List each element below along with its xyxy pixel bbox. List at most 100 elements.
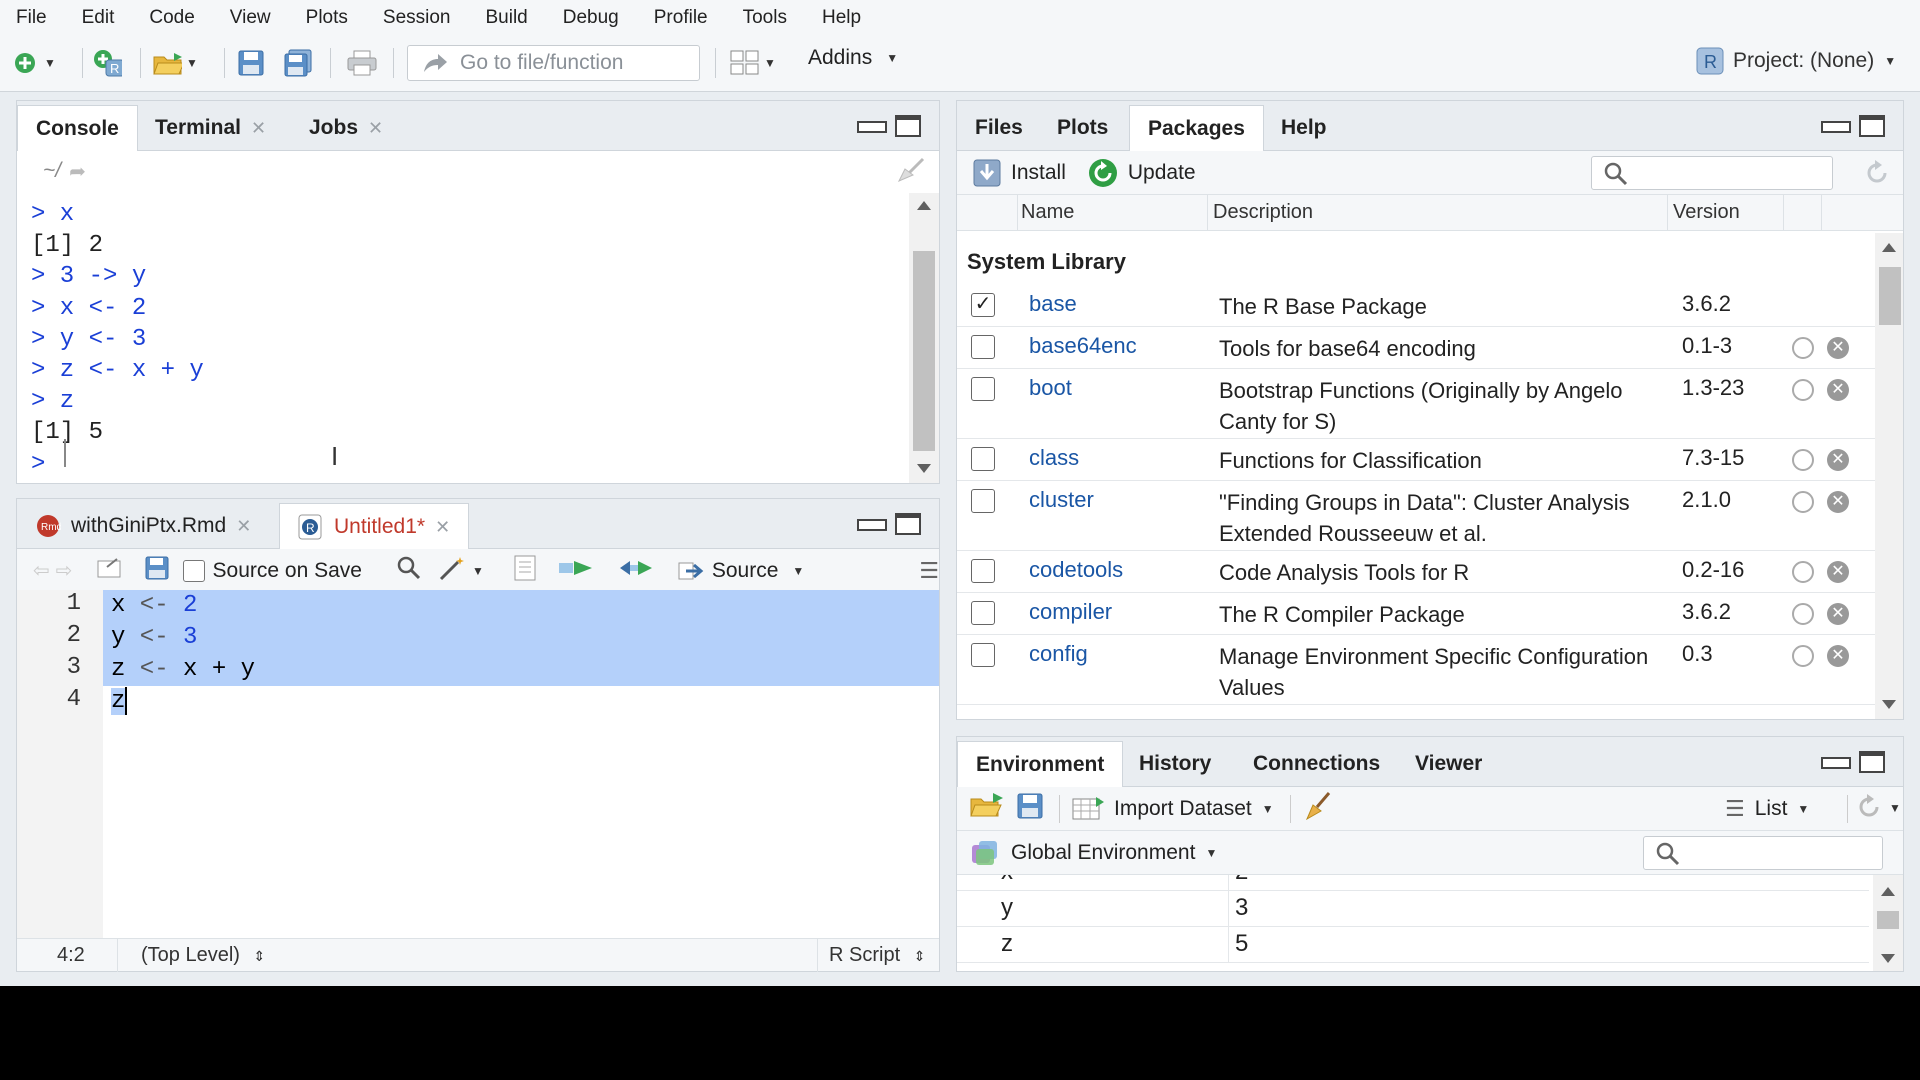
maximize-pane-button[interactable]: [895, 115, 921, 137]
print-button[interactable]: [347, 44, 377, 82]
scroll-up-icon[interactable]: [1881, 887, 1895, 896]
menu-profile[interactable]: Profile: [654, 7, 708, 29]
scroll-thumb[interactable]: [913, 251, 935, 451]
file-type-selector[interactable]: R Script ⇕: [829, 944, 925, 967]
show-in-window-icon[interactable]: [97, 557, 123, 584]
scroll-up-icon[interactable]: [1882, 243, 1896, 252]
package-name-link[interactable]: config: [1029, 641, 1088, 667]
source-button[interactable]: Source ▼: [678, 559, 804, 583]
refresh-icon[interactable]: [1863, 159, 1891, 192]
new-file-button[interactable]: ▼: [10, 44, 56, 82]
tab-viewer[interactable]: Viewer: [1397, 741, 1500, 787]
package-name-link[interactable]: compiler: [1029, 599, 1112, 625]
back-arrow-icon[interactable]: ⇦: [33, 558, 50, 583]
environment-search-input[interactable]: [1643, 836, 1883, 870]
env-row[interactable]: z5: [957, 927, 1869, 963]
save-icon[interactable]: [145, 556, 169, 585]
import-dataset-button[interactable]: Import Dataset ▼: [1072, 796, 1274, 822]
globe-icon[interactable]: [1792, 449, 1814, 471]
globe-icon[interactable]: [1792, 337, 1814, 359]
scroll-down-icon[interactable]: [1881, 954, 1895, 963]
tab-withginiptx[interactable]: Rmd withGiniPtx.Rmd ✕: [17, 503, 269, 549]
column-version[interactable]: Version: [1673, 201, 1740, 224]
packages-scrollbar[interactable]: [1875, 233, 1903, 719]
code-line[interactable]: x <- 2: [103, 590, 939, 622]
tab-files[interactable]: Files: [957, 105, 1041, 151]
scroll-down-icon[interactable]: [1882, 700, 1896, 709]
menu-edit[interactable]: Edit: [82, 7, 115, 29]
outline-icon[interactable]: ☰: [919, 558, 939, 584]
tab-environment[interactable]: Environment: [957, 741, 1124, 788]
package-row[interactable]: base64enc Tools for base64 encoding 0.1-3 ✕: [957, 327, 1877, 369]
package-checkbox[interactable]: [971, 601, 995, 625]
scroll-down-icon[interactable]: [917, 464, 931, 473]
maximize-pane-button[interactable]: [895, 513, 921, 535]
globe-icon[interactable]: [1792, 603, 1814, 625]
search-icon[interactable]: [396, 555, 422, 586]
globe-icon[interactable]: [1792, 491, 1814, 513]
close-icon[interactable]: ✕: [435, 517, 450, 538]
save-workspace-icon[interactable]: [1017, 793, 1043, 824]
new-project-button[interactable]: R: [92, 44, 122, 82]
tab-plots[interactable]: Plots: [1039, 105, 1126, 151]
tab-terminal[interactable]: Terminal ✕: [137, 105, 284, 151]
package-name-link[interactable]: cluster: [1029, 487, 1094, 513]
column-description[interactable]: Description: [1213, 201, 1313, 224]
close-icon[interactable]: ✕: [236, 516, 251, 537]
package-search-input[interactable]: [1591, 156, 1833, 190]
save-button[interactable]: [236, 44, 266, 82]
run-line-icon[interactable]: [558, 557, 594, 584]
package-name-link[interactable]: boot: [1029, 375, 1072, 401]
menu-code[interactable]: Code: [149, 7, 194, 29]
package-row[interactable]: boot Bootstrap Functions (Originally by A…: [957, 369, 1877, 439]
env-row[interactable]: x2: [957, 875, 1869, 891]
package-checkbox[interactable]: [971, 335, 995, 359]
tab-connections[interactable]: Connections: [1235, 741, 1398, 787]
remove-package-icon[interactable]: ✕: [1827, 379, 1849, 401]
scroll-thumb[interactable]: [1877, 911, 1899, 929]
package-checkbox[interactable]: [971, 559, 995, 583]
menu-build[interactable]: Build: [486, 7, 528, 29]
env-row[interactable]: y3: [957, 891, 1869, 927]
close-icon[interactable]: ✕: [251, 118, 266, 139]
menu-file[interactable]: File: [16, 7, 47, 29]
install-button[interactable]: Install: [973, 159, 1066, 187]
package-row[interactable]: class Functions for Classification 7.3-15 ✕: [957, 439, 1877, 481]
globe-icon[interactable]: [1792, 561, 1814, 583]
menu-plots[interactable]: Plots: [306, 7, 348, 29]
package-name-link[interactable]: codetools: [1029, 557, 1123, 583]
tab-history[interactable]: History: [1121, 741, 1229, 787]
source-on-save-checkbox[interactable]: [182, 559, 205, 582]
code-line[interactable]: z <- x + y: [103, 654, 939, 686]
remove-package-icon[interactable]: ✕: [1827, 645, 1849, 667]
addins-menu[interactable]: Addins ▼: [808, 46, 898, 70]
broom-icon[interactable]: [1303, 791, 1333, 826]
compile-report-icon[interactable]: [514, 555, 536, 586]
pane-layout-button[interactable]: ▼: [730, 44, 776, 82]
tab-console[interactable]: Console: [17, 105, 138, 152]
menu-tools[interactable]: Tools: [743, 7, 787, 29]
magic-wand-icon[interactable]: [438, 555, 468, 586]
package-row[interactable]: codetools Code Analysis Tools for R 0.2-16…: [957, 551, 1877, 593]
minimize-pane-button[interactable]: [857, 513, 887, 535]
package-name-link[interactable]: base64enc: [1029, 333, 1137, 359]
save-all-button[interactable]: [284, 44, 314, 82]
menu-help[interactable]: Help: [822, 7, 861, 29]
code-line[interactable]: y <- 3: [103, 622, 939, 654]
clear-console-icon[interactable]: [897, 157, 925, 188]
environment-scope-menu[interactable]: Global Environment ▼: [971, 839, 1217, 867]
maximize-pane-button[interactable]: [1859, 751, 1885, 773]
view-mode-menu[interactable]: ☰ List ▼: [1725, 796, 1809, 822]
menu-view[interactable]: View: [230, 7, 271, 29]
package-checkbox[interactable]: [971, 447, 995, 471]
open-file-button[interactable]: ▼: [152, 44, 198, 82]
minimize-pane-button[interactable]: [857, 115, 887, 137]
globe-icon[interactable]: [1792, 379, 1814, 401]
code-area[interactable]: x <- 2 y <- 3 z <- x + y z: [103, 590, 939, 938]
minimize-pane-button[interactable]: [1821, 115, 1851, 137]
package-checkbox[interactable]: ✓: [971, 293, 995, 317]
tab-help[interactable]: Help: [1263, 105, 1345, 151]
forward-arrow-icon[interactable]: ⇨: [56, 558, 73, 583]
remove-package-icon[interactable]: ✕: [1827, 603, 1849, 625]
tab-packages[interactable]: Packages: [1129, 105, 1264, 152]
